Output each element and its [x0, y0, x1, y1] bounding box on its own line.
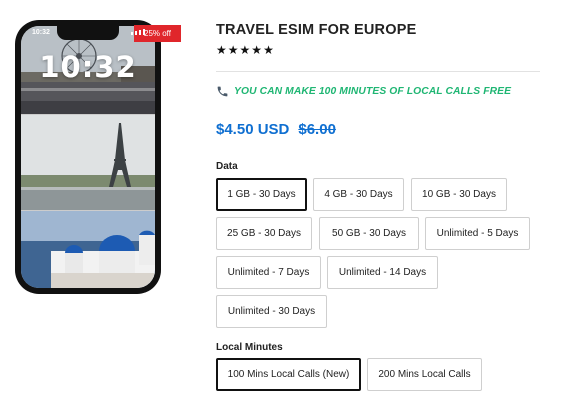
- price: $4.50 USD $6.00: [216, 121, 336, 138]
- local-minutes-label: Local Minutes: [216, 342, 283, 353]
- data-option-1gb-30d[interactable]: 1 GB - 30 Days: [216, 178, 307, 211]
- phone-icon: [217, 86, 228, 97]
- star-icon: ★: [216, 43, 227, 57]
- promo-text: YOU CAN MAKE 100 MINUTES OF LOCAL CALLS …: [234, 86, 512, 97]
- star-icon: ★: [251, 43, 263, 57]
- star-icon: ★: [263, 43, 274, 57]
- santorini-photo: [21, 211, 155, 288]
- minutes-option-100[interactable]: 100 Mins Local Calls (New): [216, 358, 361, 391]
- status-bar-time: 10:32: [32, 29, 50, 36]
- data-option-4gb-30d[interactable]: 4 GB - 30 Days: [313, 178, 404, 211]
- star-icon: ★: [239, 43, 251, 57]
- minutes-option-200[interactable]: 200 Mins Local Calls: [367, 358, 482, 391]
- lock-screen-clock: 10:32: [39, 50, 137, 84]
- rating-stars: ★ ★ ★ ★ ★: [216, 43, 274, 57]
- data-option-25gb-30d[interactable]: 25 GB - 30 Days: [216, 217, 312, 250]
- data-option-unlimited-30d[interactable]: Unlimited - 30 Days: [216, 295, 327, 328]
- paris-photo: [21, 115, 155, 210]
- product-title: TRAVEL ESIM FOR EUROPE: [216, 22, 417, 38]
- original-price: $6.00: [298, 121, 336, 138]
- product-image-phone-mockup: 10:32 10:32: [15, 20, 161, 294]
- signal-icon: [131, 29, 145, 35]
- data-option-unlimited-7d[interactable]: Unlimited - 7 Days: [216, 256, 321, 289]
- phone-screen: 10:32 10:32: [21, 26, 155, 288]
- current-price: $4.50 USD: [216, 121, 290, 138]
- divider: [216, 71, 540, 72]
- star-icon: ★: [227, 43, 239, 57]
- data-option-unlimited-14d[interactable]: Unlimited - 14 Days: [327, 256, 438, 289]
- data-option-label: Data: [216, 161, 238, 172]
- data-option-10gb-30d[interactable]: 10 GB - 30 Days: [411, 178, 507, 211]
- promo-message: YOU CAN MAKE 100 MINUTES OF LOCAL CALLS …: [216, 85, 511, 98]
- data-option-50gb-30d[interactable]: 50 GB - 30 Days: [319, 217, 419, 250]
- data-option-unlimited-5d[interactable]: Unlimited - 5 Days: [425, 217, 530, 250]
- phone-notch: [57, 26, 119, 40]
